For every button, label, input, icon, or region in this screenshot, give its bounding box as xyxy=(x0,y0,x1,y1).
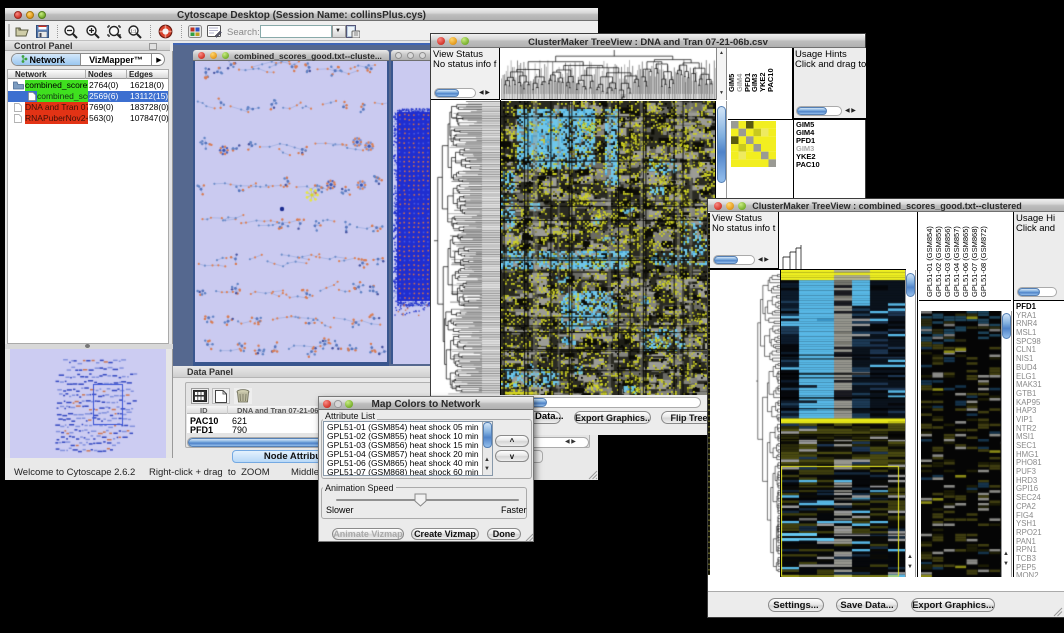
svg-text:1:1: 1:1 xyxy=(130,29,137,34)
